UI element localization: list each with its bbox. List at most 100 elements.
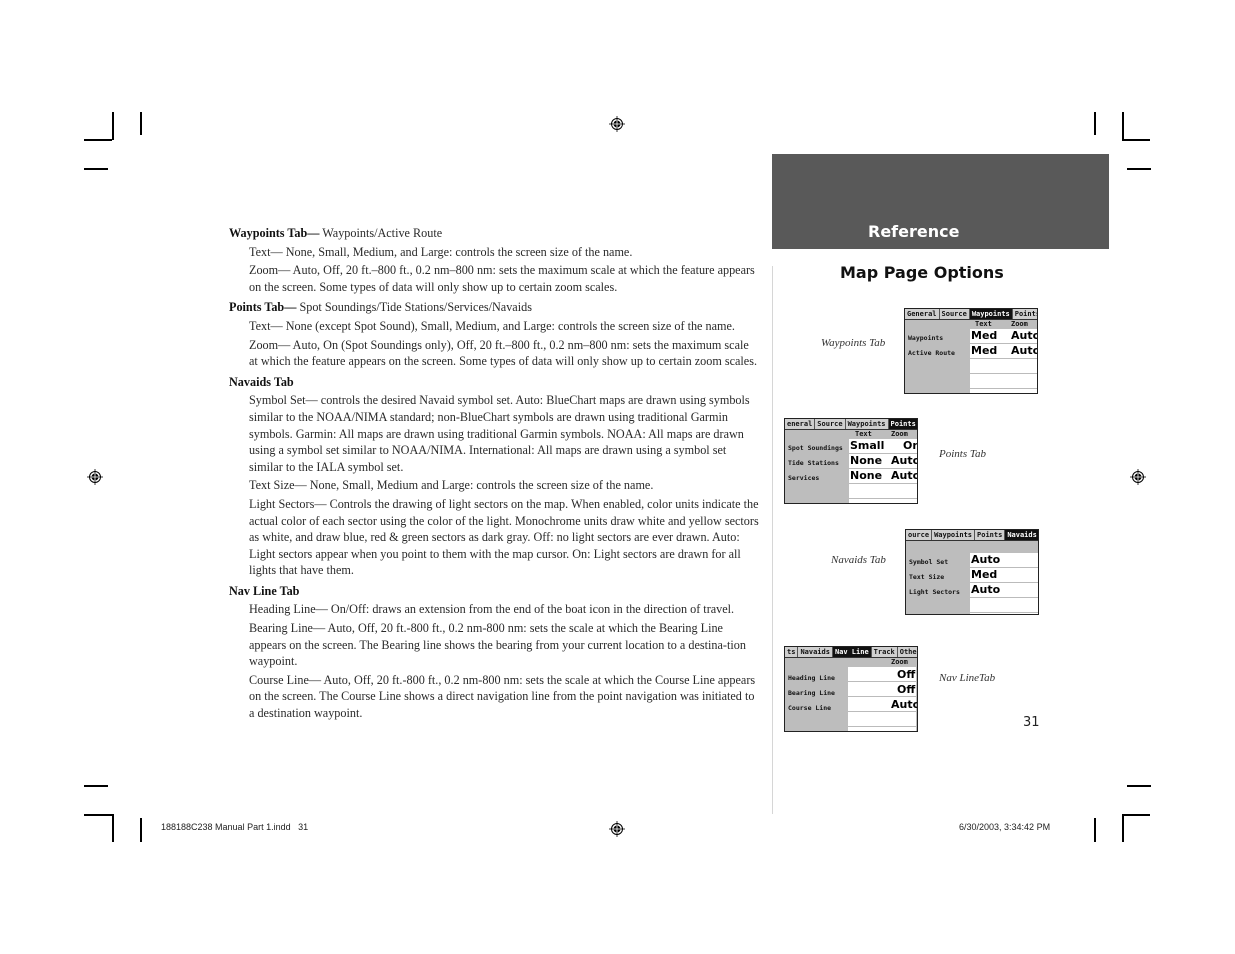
- row-label: Course Line: [788, 704, 832, 712]
- crop-mark: [1122, 112, 1124, 140]
- text-value[interactable]: None: [850, 454, 882, 468]
- zoom-value[interactable]: Auto: [1011, 344, 1037, 358]
- waypoints-text-description: Text— None, Small, Medium, and Large: co…: [249, 244, 633, 259]
- crop-mark: [1127, 785, 1151, 787]
- crop-mark: [140, 818, 142, 842]
- navaids-light-sectors-description: Light Sectors— Controls the drawing of l…: [249, 496, 759, 578]
- navline-tab-heading: Nav Line Tab: [229, 583, 300, 598]
- crop-mark: [112, 112, 114, 140]
- option-value[interactable]: Auto: [971, 583, 1000, 597]
- crop-mark: [1094, 112, 1096, 135]
- points-zoom-description: Zoom— Auto, On (Spot Soundings only), Of…: [249, 337, 757, 369]
- navline-tab-screen: ts Navaids Nav Line Track Other Zoom Hea…: [784, 646, 918, 732]
- row-label: Tide Stations: [788, 459, 839, 467]
- row-label: Text Size: [909, 573, 945, 581]
- tab-general[interactable]: eneral: [785, 419, 816, 429]
- navline-heading-line-description: Heading Line— On/Off: draws an extension…: [249, 602, 735, 617]
- tab-points[interactable]: Points: [888, 419, 917, 429]
- navaids-tab-heading: Navaids Tab: [229, 374, 294, 389]
- row-label: Services: [788, 474, 820, 482]
- option-value[interactable]: Off: [897, 683, 915, 697]
- crosshair-target-icon: [609, 821, 625, 837]
- tab-points[interactable]: ts: [785, 647, 799, 657]
- tab-waypoints[interactable]: Waypoints: [969, 309, 1013, 319]
- zoom-value[interactable]: Auto: [891, 454, 917, 468]
- points-tab-screen: eneral Source Waypoints Points N Text Zo…: [784, 418, 918, 504]
- waypoints-tab-screen: General Source Waypoints Points Text Zoo…: [904, 308, 1038, 394]
- points-text-description: Text— None (except Spot Sound), Small, M…: [249, 318, 735, 333]
- zoom-value[interactable]: Auto: [891, 469, 917, 483]
- crop-mark: [1122, 814, 1124, 842]
- tab-track[interactable]: Track: [872, 647, 898, 657]
- row-label: Symbol Set: [909, 558, 949, 566]
- column-header-text: Text: [855, 430, 872, 438]
- tab-bar: ource Waypoints Points Navaids N: [906, 530, 1038, 541]
- option-value[interactable]: Auto: [971, 553, 1000, 567]
- tab-bar: ts Navaids Nav Line Track Other: [785, 647, 917, 658]
- crop-mark: [84, 168, 108, 170]
- crop-mark: [112, 814, 114, 842]
- row-label: Active Route: [908, 349, 955, 357]
- crosshair-target-icon: [87, 469, 103, 485]
- section-title: Map Page Options: [840, 263, 1004, 282]
- zoom-value[interactable]: On: [903, 439, 917, 453]
- navline-bearing-line-description: Bearing Line— Auto, Off, 20 ft.-800 ft.,…: [249, 621, 746, 669]
- crosshair-target-icon: [609, 116, 625, 132]
- option-value[interactable]: Auto: [891, 698, 917, 712]
- column-header-zoom: Zoom: [1011, 320, 1028, 328]
- tab-points[interactable]: Points: [975, 530, 1006, 540]
- column-divider: [772, 266, 773, 814]
- crop-mark: [1094, 818, 1096, 842]
- reference-label: Reference: [868, 222, 960, 241]
- waypoints-zoom-description: Zoom— Auto, Off, 20 ft.–800 ft., 0.2 nm–…: [249, 263, 755, 294]
- row-label: Light Sectors: [909, 588, 960, 596]
- column-header-zoom: Zoom: [891, 658, 908, 666]
- text-value[interactable]: Med: [971, 344, 997, 358]
- tab-source[interactable]: Source: [940, 309, 970, 319]
- footer-file-info: 188188C238 Manual Part 1.indd 31: [161, 822, 309, 832]
- tab-other[interactable]: Other: [898, 647, 917, 657]
- crop-mark: [84, 785, 108, 787]
- tab-navaids[interactable]: Navaids: [798, 647, 833, 657]
- column-header-text: Text: [975, 320, 992, 328]
- tab-points[interactable]: Points: [1013, 309, 1037, 319]
- waypoints-tab-caption: Waypoints Tab: [821, 337, 886, 349]
- tab-general[interactable]: General: [905, 309, 940, 319]
- crop-mark: [1122, 139, 1150, 141]
- row-label: Waypoints: [908, 334, 944, 342]
- waypoints-tab-heading: Waypoints Tab— Waypoints/Active Route: [229, 226, 443, 240]
- tab-waypoints[interactable]: Waypoints: [846, 419, 889, 429]
- option-value[interactable]: Med: [971, 568, 997, 582]
- tab-bar: General Source Waypoints Points: [905, 309, 1037, 320]
- crop-mark: [84, 814, 112, 816]
- row-label: Heading Line: [788, 674, 835, 682]
- tab-source[interactable]: Source: [815, 419, 846, 429]
- crop-mark: [140, 112, 142, 135]
- body-text: Waypoints Tab— Waypoints/Active Route Te…: [229, 222, 759, 722]
- text-value[interactable]: Med: [971, 329, 997, 343]
- option-value[interactable]: Off: [897, 668, 915, 682]
- navline-course-line-description: Course Line— Auto, Off, 20 ft.-800 ft., …: [249, 672, 756, 721]
- tab-source[interactable]: ource: [906, 530, 933, 540]
- points-tab-heading: Points Tab— Spot Soundings/Tide Stations…: [229, 300, 532, 315]
- tab-navline[interactable]: Nav Line: [832, 647, 872, 657]
- points-tab-caption: Points Tab: [939, 448, 986, 460]
- crosshair-target-icon: [1130, 469, 1146, 485]
- zoom-value[interactable]: Auto: [1011, 329, 1037, 343]
- crop-mark: [1122, 814, 1150, 816]
- text-value[interactable]: None: [850, 469, 882, 483]
- navaids-symbol-set-description: Symbol Set— controls the desired Navaid …: [249, 393, 750, 474]
- text-value[interactable]: Small: [850, 439, 884, 453]
- navaids-tab-screen: ource Waypoints Points Navaids N Symbol …: [905, 529, 1039, 615]
- tab-bar: eneral Source Waypoints Points N: [785, 419, 917, 430]
- crop-mark: [84, 139, 112, 141]
- footer-timestamp: 6/30/2003, 3:34:42 PM: [959, 822, 1051, 832]
- row-label: Spot Soundings: [788, 444, 843, 452]
- navaids-text-size-description: Text Size— None, Small, Medium and Large…: [249, 478, 654, 493]
- tab-navaids[interactable]: Navaids: [1005, 530, 1038, 540]
- tab-waypoints[interactable]: Waypoints: [932, 530, 976, 540]
- navaids-tab-caption: Navaids Tab: [831, 554, 886, 566]
- page-number: 31: [1023, 715, 1040, 730]
- crop-mark: [1127, 168, 1151, 170]
- row-label: Bearing Line: [788, 689, 835, 697]
